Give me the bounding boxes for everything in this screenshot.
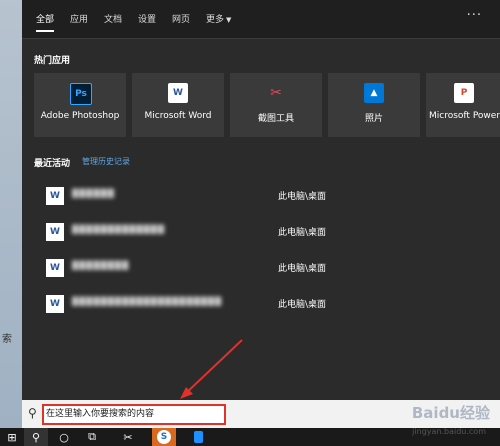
cortana-icon[interactable]: ○ (52, 428, 76, 446)
tab-web[interactable]: 网页 (172, 12, 190, 25)
recent-item-path: 此电脑\桌面 (278, 228, 327, 238)
recent-item-name: ██████ (72, 189, 115, 198)
recent-item[interactable]: W █████████████████████ 此电脑\桌面 (22, 286, 500, 320)
snipping-tool-icon: ✂ (270, 85, 282, 101)
search-panel: 全部 应用 文档 设置 网页 更多 ▼ ··· 热门应用 Ps Adobe Pho… (22, 0, 500, 400)
tab-documents[interactable]: 文档 (104, 12, 122, 25)
recent-item-path: 此电脑\桌面 (278, 192, 327, 202)
search-icon: ⚲ (28, 406, 37, 420)
app-tile-label: 照片 (364, 114, 383, 124)
recent-item-path: 此电脑\桌面 (278, 300, 327, 310)
app-tile-label: Microsoft PowerPoint (429, 111, 500, 121)
app-tile-photos[interactable]: ▲ 照片 (328, 73, 420, 137)
recent-activity-title: 最近活动 (34, 159, 71, 169)
search-box-highlight (42, 404, 226, 425)
taskbar-search-icon[interactable]: ⚲ (24, 428, 48, 446)
phone-app-icon[interactable] (186, 428, 210, 446)
recent-item[interactable]: W ████████ 此电脑\桌面 (22, 250, 500, 284)
desktop-text: 索 (2, 334, 12, 345)
word-document-icon: W (46, 295, 64, 313)
task-view-icon[interactable]: ⧉ (80, 428, 104, 446)
word-document-icon: W (46, 223, 64, 241)
app-tile-label: Adobe Photoshop (40, 111, 120, 121)
app-tile-word[interactable]: W Microsoft Word (132, 73, 224, 137)
more-options-icon[interactable]: ··· (467, 8, 482, 23)
baidu-watermark-url: jingyan.baidu.com (412, 427, 486, 436)
tab-more[interactable]: 更多 ▼ (206, 12, 231, 25)
recent-item-name: ████████ (72, 261, 130, 270)
recent-item-path: 此电脑\桌面 (278, 264, 327, 274)
app-tile-label: 截图工具 (257, 114, 294, 124)
app-tile-label: Microsoft Word (144, 111, 212, 121)
sogou-logo: S (157, 430, 171, 444)
search-tabs: 全部 应用 文档 设置 网页 更多 ▼ ··· (22, 0, 500, 39)
baidu-watermark: Baidu经验 (411, 404, 490, 422)
word-document-icon: W (46, 187, 64, 205)
recent-item[interactable]: W █████████████ 此电脑\桌面 (22, 214, 500, 248)
snipping-tool-taskbar-icon[interactable]: ✂ (116, 428, 140, 446)
app-tile-powerpoint[interactable]: P Microsoft PowerPoint (426, 73, 500, 137)
word-icon: W (168, 83, 188, 103)
app-tile-snipping-tool[interactable]: ✂ 截图工具 (230, 73, 322, 137)
hot-apps-title: 热门应用 (34, 56, 71, 66)
tab-apps[interactable]: 应用 (70, 12, 88, 25)
desktop-background: 索 (0, 0, 22, 446)
app-tile-photoshop[interactable]: Ps Adobe Photoshop (34, 73, 126, 137)
tab-all[interactable]: 全部 (36, 12, 55, 32)
tab-more-label: 更多 (206, 15, 225, 25)
tab-settings[interactable]: 设置 (138, 12, 156, 25)
manage-history-link[interactable]: 管理历史记录 (82, 156, 130, 167)
photos-icon: ▲ (364, 83, 384, 103)
powerpoint-icon: P (454, 83, 474, 103)
chevron-down-icon: ▼ (226, 16, 232, 24)
search-input[interactable] (46, 407, 222, 421)
recent-item-name: █████████████ (72, 225, 165, 234)
recent-item-name: █████████████████████ (72, 297, 223, 306)
windows-start-icon[interactable]: ⊞ (0, 428, 24, 446)
word-document-icon: W (46, 259, 64, 277)
photoshop-icon: Ps (70, 83, 92, 105)
recent-item[interactable]: W ██████ 此电脑\桌面 (22, 178, 500, 212)
phone-shape (193, 431, 203, 443)
sogou-browser-icon[interactable]: S (152, 428, 176, 446)
